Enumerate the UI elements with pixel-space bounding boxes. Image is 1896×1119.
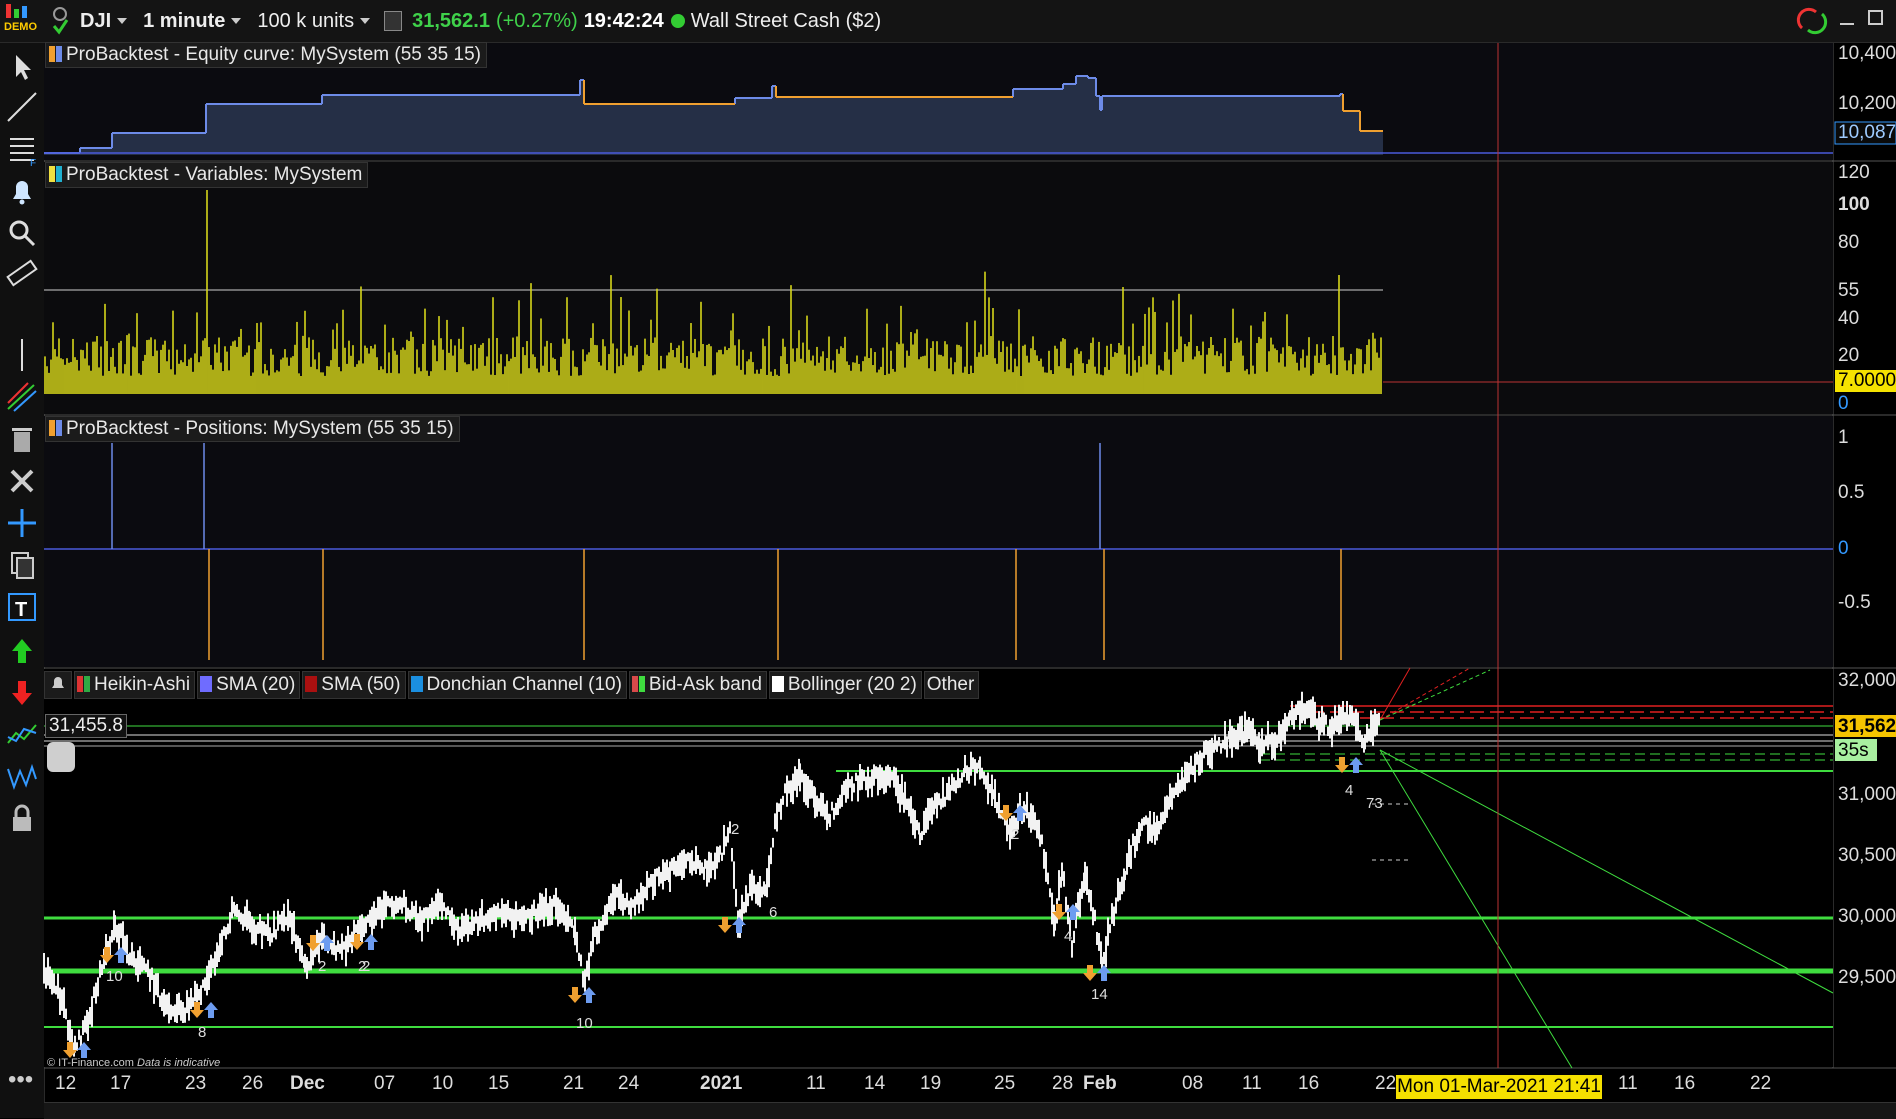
candle-countdown: 35s [1838,740,1869,761]
price-axis-label: 29,500 [1838,967,1896,988]
legend-heikin-ashi[interactable]: Heikin-Ashi [74,671,196,699]
order-label: 6 [769,904,778,921]
legend-label: Other [926,674,975,695]
time-axis-label: 19 [920,1073,942,1094]
order-label: 73 [1366,795,1383,812]
cursor-date-tag: Mon 01-Mar-2021 21:41 [1396,1075,1602,1099]
variables-axis-label: 0 [1838,393,1849,414]
positions-panel-title: ProBacktest - Positions: MySystem (55 35… [66,418,454,439]
data-credit: © IT-Finance.com Data is indicative [47,1057,220,1069]
time-axis-label: 21 [563,1073,585,1094]
order-label: 10 [576,1015,593,1032]
equity-axis-label: 10,400 [1838,43,1896,64]
positions-axis-label: 0.5 [1838,482,1865,503]
legend-bollinger[interactable]: Bollinger (20 2) [768,671,922,699]
variables-axis-label: 55 [1838,280,1860,301]
time-axis-label: Feb [1083,1073,1117,1094]
time-axis-label: 07 [374,1073,396,1094]
time-axis-label: 10 [432,1073,454,1094]
variables-current-value: 7.0000 [1838,370,1896,391]
equity-panel-label[interactable]: ProBacktest - Equity curve: MySystem (55… [45,42,487,68]
price-axis-label: 32,000 [1838,670,1896,691]
time-axis-label: 16 [1674,1073,1696,1094]
time-axis-label: 26 [242,1073,264,1094]
time-axis-label: 25 [994,1073,1016,1094]
time-axis-label: 22 [1750,1073,1772,1094]
time-axis-label: 23 [185,1073,207,1094]
order-label: 4 [1064,928,1073,945]
price-axis-label: 30,000 [1838,906,1896,927]
legend-other[interactable]: Other [923,671,980,699]
legend-label: SMA (50) [321,674,401,695]
legend-sma-20[interactable]: SMA (20) [197,671,301,699]
current-price-tag: 31,562 [1838,716,1896,737]
time-axis-label: 28 [1052,1073,1074,1094]
order-label: 8 [198,1024,207,1041]
credit-text: © IT-Finance.com [47,1057,134,1069]
time-axis-label: 12 [55,1073,77,1094]
time-axis-label: 15 [488,1073,510,1094]
time-axis-label: 14 [864,1073,886,1094]
legend-sma-50[interactable]: SMA (50) [302,671,406,699]
order-label: 2 [358,958,367,975]
positions-axis-label: 0 [1838,538,1849,559]
time-axis-label: 08 [1182,1073,1204,1094]
time-axis-label: 17 [110,1073,132,1094]
equity-current-value: 10,087 [1838,122,1896,143]
variables-axis-label: 100 [1838,194,1870,215]
order-label: 14 [1091,986,1108,1003]
legend-label: Bid-Ask band [648,674,762,695]
time-axis-label: Dec [290,1073,325,1094]
legend-label: SMA (20) [216,674,296,695]
variables-axis-label: 80 [1838,232,1860,253]
time-axis-label: 24 [618,1073,640,1094]
legend-label: Donchian Channel (10) [426,674,622,695]
positions-panel-label[interactable]: ProBacktest - Positions: MySystem (55 35… [45,416,460,442]
order-label: 4 [1345,782,1354,799]
robot-icon[interactable] [47,742,75,772]
time-axis-label: 22 [1375,1073,1397,1094]
positions-axis-label: 1 [1838,427,1849,448]
time-axis-label: 11 [806,1073,826,1094]
price-axis-label: 30,500 [1838,845,1896,866]
variables-axis-label: 120 [1838,162,1870,183]
time-axis-label: 16 [1298,1073,1320,1094]
time-axis-label: 2021 [700,1073,743,1094]
variables-panel-label[interactable]: ProBacktest - Variables: MySystem [45,162,369,188]
order-label: 2 [1011,826,1020,843]
alert-bell-icon[interactable] [44,671,72,699]
left-price-value: 31,455.8 [45,714,127,738]
order-label: 10 [106,968,123,985]
credit-note: Data is indicative [137,1057,221,1069]
bottom-scrollbar[interactable] [44,1102,1896,1119]
order-label: 2 [318,958,327,975]
variables-axis-label: 40 [1838,308,1860,329]
time-axis-label: 11 [1618,1073,1638,1094]
equity-panel-title: ProBacktest - Equity curve: MySystem (55… [66,44,481,65]
indicator-legend: Heikin-Ashi SMA (20) SMA (50) Donchian C… [44,671,981,699]
order-label: 2 [731,821,740,838]
legend-label: Heikin-Ashi [94,674,191,695]
legend-bid-ask[interactable]: Bid-Ask band [628,671,767,699]
equity-axis-label: 10,200 [1838,93,1896,114]
price-axis-label: 31,000 [1838,784,1896,805]
positions-axis-label: -0.5 [1838,592,1871,613]
legend-donchian[interactable]: Donchian Channel (10) [407,671,627,699]
legend-label: Bollinger (20 2) [787,674,917,695]
time-axis-label: 11 [1242,1073,1262,1094]
variables-panel-title: ProBacktest - Variables: MySystem [66,164,363,185]
variables-axis-label: 20 [1838,345,1860,366]
